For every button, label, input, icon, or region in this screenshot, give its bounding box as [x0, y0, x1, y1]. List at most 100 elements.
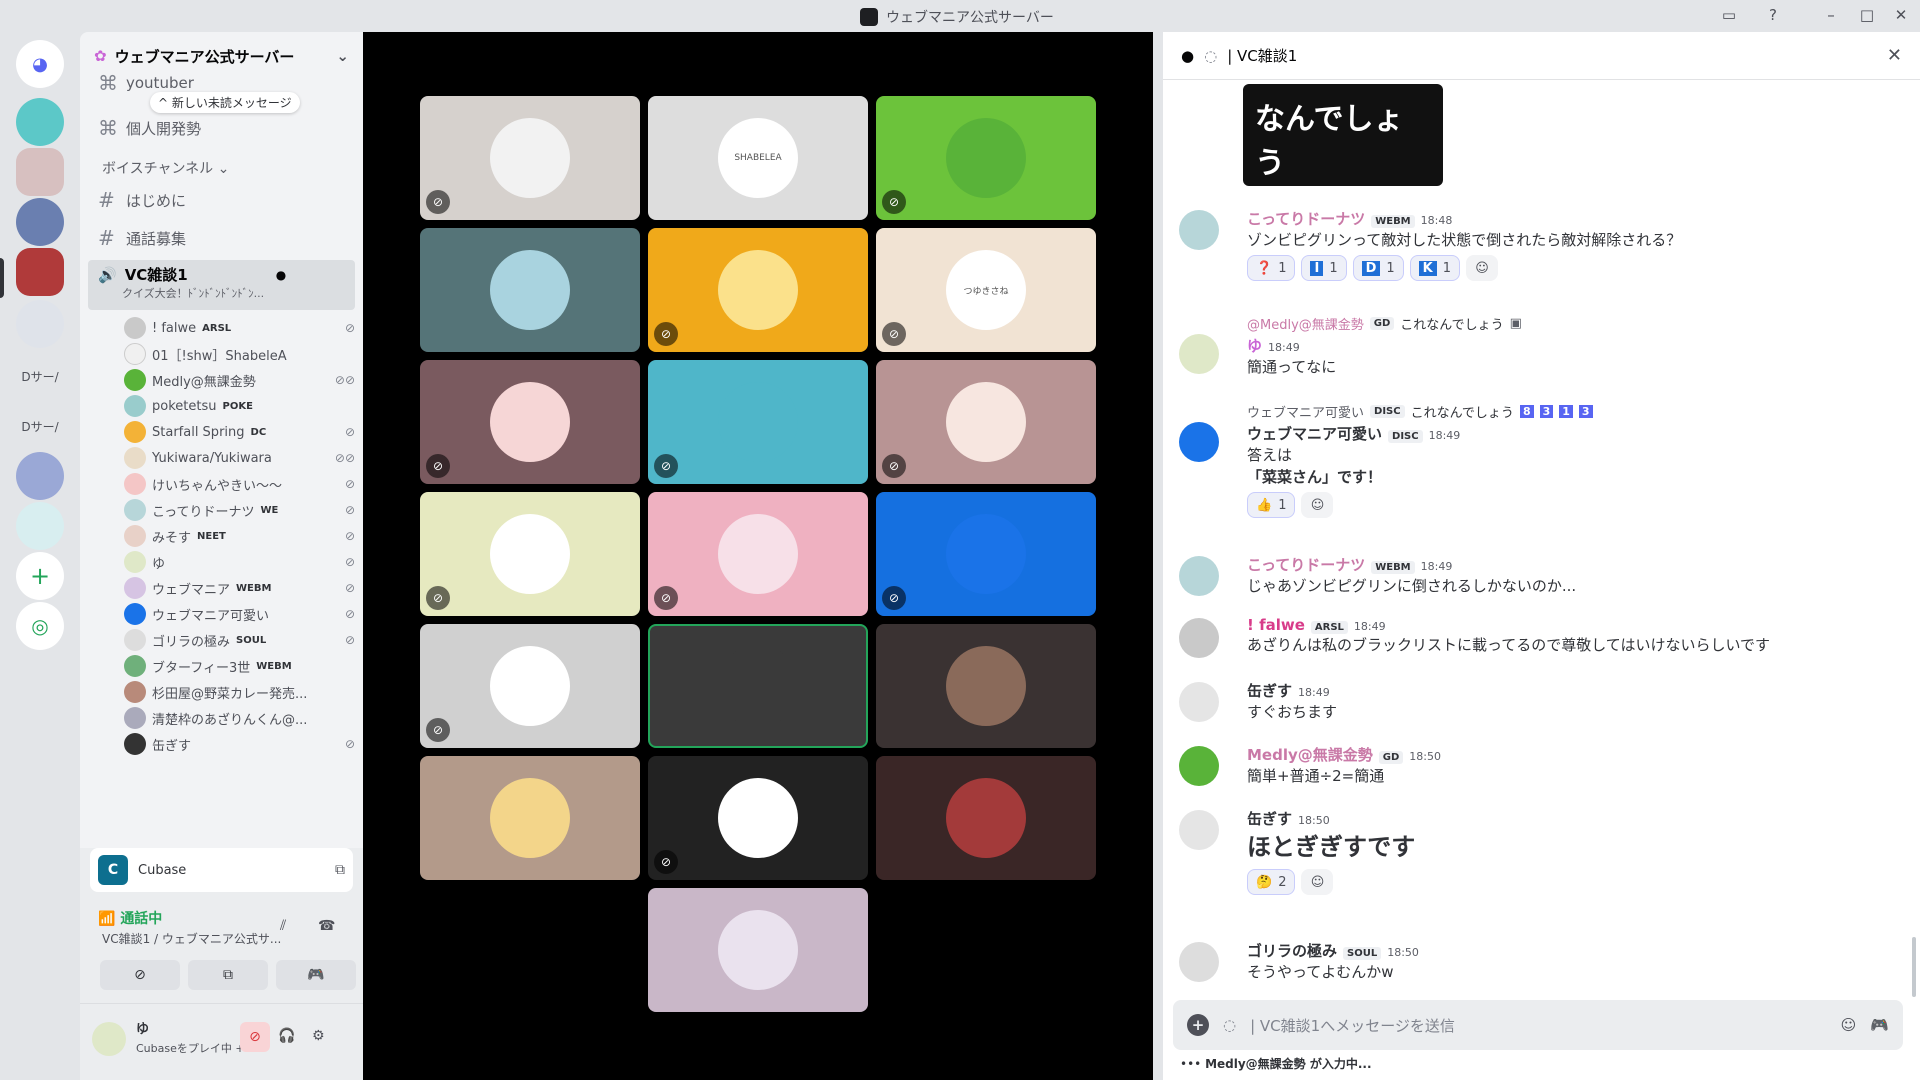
avatar[interactable]	[1179, 334, 1219, 374]
avatar[interactable]	[1179, 618, 1219, 658]
server-folder-icon[interactable]: Dサー/	[16, 352, 64, 400]
minimize-button[interactable]: –	[1820, 6, 1842, 26]
voice-user[interactable]: けいちゃんやきい〜〜 ⊘	[124, 471, 355, 497]
mic-muted-icon[interactable]: ⊘	[240, 1022, 270, 1052]
avatar[interactable]	[1179, 682, 1219, 722]
server-icon[interactable]	[16, 148, 64, 196]
chat-icon[interactable]: ●	[276, 268, 286, 282]
add-attachment-icon[interactable]: +	[1187, 1014, 1209, 1036]
headphones-icon[interactable]: 🎧	[278, 1028, 295, 1044]
chat-message: こってりドーナツ WEBM 18:49 じゃあゾンビピグリンに倒されるしかないのか.…	[1179, 554, 1900, 597]
avatar[interactable]	[1179, 210, 1219, 250]
share-screen-button[interactable]: ⧉	[188, 960, 268, 990]
reaction[interactable]: ❓ 1	[1247, 255, 1296, 281]
voice-user[interactable]: ウェブマニア可愛い ⊘	[124, 601, 355, 627]
quiz-image[interactable]: なんでしょう 難易度：簡通	[1243, 84, 1443, 217]
participant-tile[interactable]: ⊘	[420, 624, 640, 748]
add-reaction-icon[interactable]: ☺	[1301, 869, 1334, 895]
participant-tile-speaking[interactable]	[648, 624, 868, 748]
voice-user[interactable]: こってりドーナツ WE ⊘	[124, 497, 355, 523]
screen-share-icon[interactable]: ⧉	[335, 862, 345, 878]
participant-tile[interactable]: つゆきさね ⊘	[876, 228, 1096, 352]
voice-user[interactable]: ゆ ⊘	[124, 549, 355, 575]
participant-tile[interactable]: ⊘	[648, 756, 868, 880]
voice-user[interactable]: ゴリラの極み SOUL ⊘	[124, 627, 355, 653]
channel-vc-zatsudan1[interactable]: 🔊 VC雑談1 ● クイズ大会！ﾄﾞﾝﾄﾞﾝﾄﾞﾝﾄﾞﾝ...	[88, 260, 355, 310]
voice-user[interactable]: 缶ぎす ⊘	[124, 731, 355, 757]
maximize-button[interactable]: □	[1856, 6, 1878, 26]
noise-icon[interactable]: ⫽	[280, 918, 286, 934]
participant-tile[interactable]	[648, 888, 868, 1012]
avatar[interactable]	[1179, 810, 1219, 850]
server-icon[interactable]	[16, 452, 64, 500]
voice-user[interactable]: Medly@無課金勢 ⊘⊘	[124, 367, 355, 393]
message-composer[interactable]: + ◌ | VC雑談1へメッセージを送信 ☺ 🎮	[1173, 1000, 1903, 1050]
voice-user[interactable]: 杉田屋@野菜カレー発売...	[124, 679, 355, 705]
voice-user[interactable]: 01［!shw］ShabeleA	[124, 341, 355, 367]
unread-pill[interactable]: ^ 新しい未読メッセージ	[150, 92, 300, 113]
participant-tile[interactable]	[876, 756, 1096, 880]
participant-tile[interactable]: ⊘	[876, 492, 1096, 616]
participant-tile[interactable]: ⊘	[648, 228, 868, 352]
server-folder-icon[interactable]: Dサー/	[16, 402, 64, 450]
voice-user[interactable]: ウェブマニア WEBM ⊘	[124, 575, 355, 601]
participant-tile[interactable]: ⊘	[876, 360, 1096, 484]
voice-user[interactable]: ! falwe ARSL ⊘	[124, 315, 355, 341]
discord-home-icon[interactable]: ◕	[16, 40, 64, 88]
voice-user[interactable]: みそす NEET ⊘	[124, 523, 355, 549]
server-icon[interactable]	[16, 198, 64, 246]
scrollbar[interactable]	[1912, 937, 1916, 997]
participant-tile[interactable]: ⊘	[420, 96, 640, 220]
reaction[interactable]: D1	[1352, 255, 1404, 281]
participant-tile[interactable]: ⊘	[420, 492, 640, 616]
activity-card[interactable]: C Cubase ⧉	[90, 848, 353, 892]
reaction[interactable]: K1	[1409, 255, 1461, 281]
server-icon-active[interactable]	[16, 248, 64, 296]
participant-tile[interactable]: ⊘	[876, 96, 1096, 220]
gear-icon[interactable]: ⚙	[312, 1028, 325, 1044]
chat-panel: ● ◌ | VC雑談1 ✕ なんでしょう 難易度：簡通 こってりドーナツ WEBM…	[1163, 32, 1920, 1080]
activity-icon[interactable]: 🎮	[1870, 1016, 1889, 1034]
reaction[interactable]: 🤔 2	[1247, 869, 1296, 895]
activity-button[interactable]: 🎮	[276, 960, 356, 990]
disconnect-icon[interactable]: ☎	[318, 918, 335, 934]
channel-indie-dev[interactable]: ⌘ 個人開発勢	[88, 116, 355, 140]
avatar[interactable]	[1179, 746, 1219, 786]
add-reaction-icon[interactable]: ☺	[1301, 492, 1334, 518]
server-icon[interactable]	[16, 502, 64, 550]
server-icon[interactable]	[16, 300, 64, 348]
participant-tile[interactable]	[876, 624, 1096, 748]
participant-tile[interactable]: SHABELEA	[648, 96, 868, 220]
discover-icon[interactable]: ◎	[16, 602, 64, 650]
close-icon[interactable]: ✕	[1887, 45, 1902, 66]
avatar[interactable]	[92, 1022, 126, 1056]
participant-tile[interactable]: ⊘	[420, 360, 640, 484]
voice-user[interactable]: Yukiwara/Yukiwara ⊘⊘	[124, 445, 355, 471]
voice-user[interactable]: poketetsu POKE	[124, 393, 355, 419]
participant-tile[interactable]: ⊘	[648, 360, 868, 484]
add-reaction-icon[interactable]: ☺	[1466, 255, 1499, 281]
avatar[interactable]	[1179, 422, 1219, 462]
participant-tile[interactable]	[420, 228, 640, 352]
channel-intro[interactable]: # はじめに	[88, 184, 355, 216]
channel-call-recruit[interactable]: # 通話募集	[88, 222, 355, 254]
voice-category[interactable]: ボイスチャンネル ⌄	[102, 158, 229, 178]
voice-user[interactable]: ブターフィー3世 WEBM	[124, 653, 355, 679]
camera-button[interactable]: ⊘	[100, 960, 180, 990]
voice-user[interactable]: Starfall Spring DC ⊘	[124, 419, 355, 445]
reaction[interactable]: I1	[1301, 255, 1347, 281]
channel-youtuber[interactable]: ⌘ youtuber	[88, 71, 355, 95]
add-server-icon[interactable]: +	[16, 552, 64, 600]
help-icon[interactable]: ?	[1762, 6, 1784, 26]
participant-tile[interactable]	[420, 756, 640, 880]
mic-muted-icon: ⊘	[344, 555, 355, 569]
participant-tile[interactable]: ⊘	[648, 492, 868, 616]
emoji-icon[interactable]: ☺	[1841, 1016, 1857, 1034]
avatar[interactable]	[1179, 556, 1219, 596]
voice-user[interactable]: 清楚枠のあざりんくん@...	[124, 705, 355, 731]
server-icon[interactable]	[16, 98, 64, 146]
close-window-button[interactable]: ✕	[1890, 6, 1912, 26]
reaction[interactable]: 👍 1	[1247, 492, 1296, 518]
avatar[interactable]	[1179, 942, 1219, 982]
inbox-icon[interactable]: ▭	[1718, 6, 1740, 26]
